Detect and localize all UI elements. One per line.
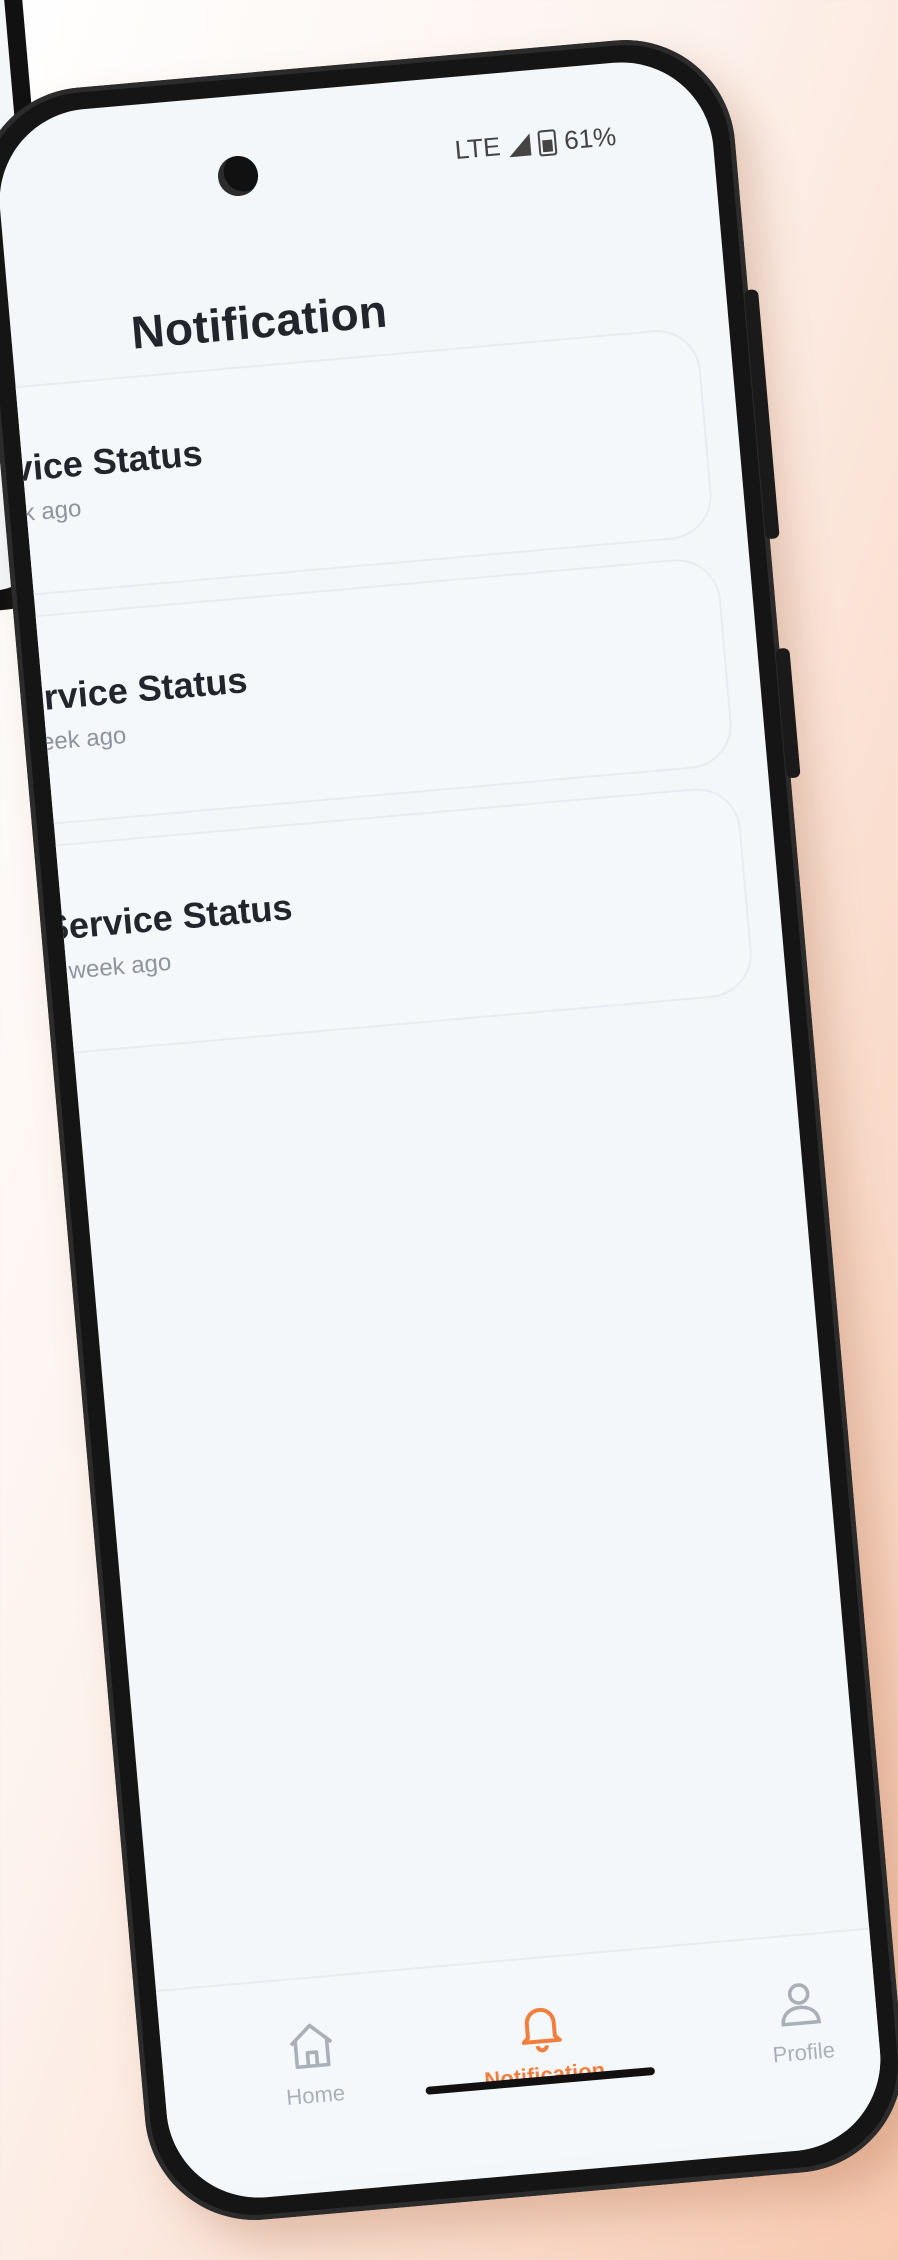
notification-card[interactable]: Service Status 1 week ago [0, 555, 736, 828]
notification-time: 1 week ago [0, 494, 83, 533]
front-camera [216, 154, 260, 198]
scene: LTE 61% Notification Service Status 1 we… [0, 0, 898, 2260]
nav-item-profile[interactable]: Profile [717, 1969, 884, 2073]
nav-label-profile: Profile [771, 2037, 836, 2068]
notification-card[interactable]: Service Status 1 week ago [0, 326, 716, 599]
home-icon [289, 2023, 333, 2070]
notification-title: Service Status [43, 886, 294, 949]
page-title: Notification [129, 284, 390, 359]
battery-icon [537, 128, 558, 157]
volume-button [743, 289, 780, 540]
nav-label-home: Home [285, 2080, 346, 2111]
signal-icon [507, 132, 532, 157]
battery-label: 61% [562, 120, 618, 156]
notification-title: Service Status [0, 659, 249, 722]
notification-time: 1 week ago [2, 721, 128, 760]
phone-frame: LTE 61% Notification Service Status 1 we… [0, 30, 898, 2230]
nav-item-home[interactable]: Home [229, 2012, 396, 2116]
power-button [775, 647, 801, 779]
status-bar: LTE 61% [454, 121, 618, 166]
notification-card[interactable]: Service Status 1 week ago [15, 784, 756, 1058]
network-label: LTE [453, 131, 502, 165]
notification-time: 1 week ago [47, 948, 173, 987]
bell-icon [521, 2007, 562, 2053]
user-icon [781, 1983, 822, 2027]
bottom-nav: Home Notification Profile [155, 1927, 887, 2192]
notification-title: Service Status [0, 432, 204, 495]
